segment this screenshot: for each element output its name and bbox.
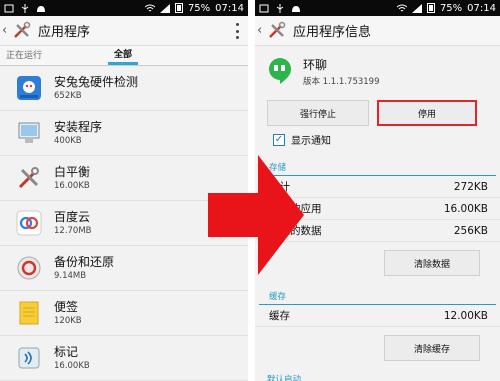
wifi-icon xyxy=(396,4,407,11)
wifi-icon xyxy=(144,4,155,11)
clock: 07:14 xyxy=(467,2,496,14)
list-item[interactable]: 便签 120KB xyxy=(0,291,248,336)
signal-icon xyxy=(159,3,170,13)
usb-icon xyxy=(21,3,29,13)
hangouts-icon xyxy=(269,58,291,84)
clear-cache-button[interactable]: 清除缓存 xyxy=(384,335,480,361)
back-icon[interactable]: ‹ xyxy=(257,23,267,38)
battery-icon xyxy=(174,3,183,13)
clock: 07:14 xyxy=(215,2,244,14)
app-version: 版本 1.1.1.753199 xyxy=(303,76,380,87)
antutu-icon xyxy=(17,76,41,100)
signal-icon xyxy=(411,3,422,13)
android-icon xyxy=(292,5,300,12)
settings-tools-icon xyxy=(14,21,31,38)
status-bar: 75% 07:14 xyxy=(0,0,248,16)
backup-icon xyxy=(17,256,41,280)
tab-bar: 正在运行 全部 xyxy=(0,46,248,66)
installer-icon xyxy=(18,122,40,143)
back-icon[interactable]: ‹ xyxy=(2,23,12,38)
usb-icon xyxy=(276,3,284,13)
list-item[interactable]: 安兔兔硬件检测 652KB xyxy=(0,66,248,111)
tools-icon xyxy=(18,167,39,189)
cache-row: 缓存 12.00KB xyxy=(255,305,500,327)
notification-icon xyxy=(259,4,269,12)
app-name: 环聊 xyxy=(303,57,328,72)
status-bar: 75% 07:14 xyxy=(255,0,500,16)
action-bar: ‹ 应用程序 xyxy=(0,16,248,46)
show-notifications-label: 显示通知 xyxy=(291,136,331,147)
action-buttons: 强行停止 停用 xyxy=(255,96,500,126)
baidu-cloud-icon xyxy=(16,210,42,236)
page-title: 应用程序信息 xyxy=(293,25,372,40)
cache-section-header: 缓存 xyxy=(259,276,496,305)
arrow-right-icon xyxy=(208,155,304,275)
action-bar: ‹ 应用程序信息 xyxy=(255,16,500,46)
list-item[interactable]: 标记 16.00KB xyxy=(0,336,248,381)
tab-all[interactable]: 全部 xyxy=(108,47,139,65)
nfc-tag-icon xyxy=(18,347,40,369)
force-stop-button[interactable]: 强行停止 xyxy=(267,100,369,126)
show-notifications-row[interactable]: ✓ 显示通知 xyxy=(255,126,500,147)
notification-icon xyxy=(4,4,14,12)
battery-icon xyxy=(426,3,435,13)
battery-level: 75% xyxy=(439,2,463,14)
show-notifications-checkbox[interactable]: ✓ xyxy=(273,133,285,146)
settings-tools-icon xyxy=(269,21,286,38)
clear-data-button[interactable]: 清除数据 xyxy=(384,250,480,276)
notepad-icon xyxy=(19,301,39,325)
list-item[interactable]: 安装程序 400KB xyxy=(0,111,248,156)
page-title: 应用程序 xyxy=(38,25,91,40)
android-icon xyxy=(37,5,45,12)
app-header: 环聊 版本 1.1.1.753199 xyxy=(255,46,500,96)
overflow-menu-icon[interactable] xyxy=(236,23,240,39)
battery-level: 75% xyxy=(187,2,211,14)
tab-running[interactable]: 正在运行 xyxy=(0,48,48,65)
disable-button[interactable]: 停用 xyxy=(377,100,477,126)
launch-by-default-header: 默认启动 xyxy=(267,375,302,381)
